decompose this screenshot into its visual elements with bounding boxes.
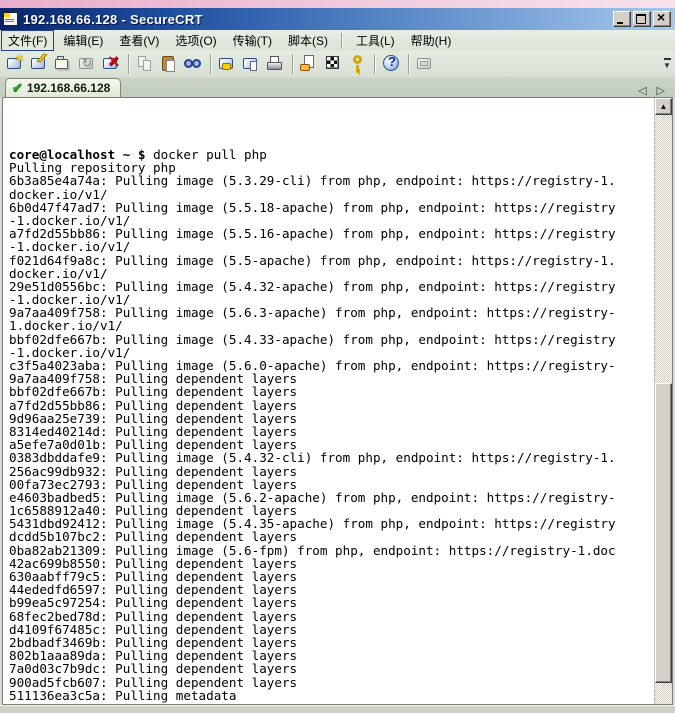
window-bottom-border xyxy=(0,705,675,713)
copy-icon[interactable] xyxy=(135,53,157,75)
menu-item-1[interactable]: 编辑(E) xyxy=(56,30,110,51)
session-tab-label: 192.168.66.128 xyxy=(27,81,110,95)
connect-tab-icon[interactable] xyxy=(53,53,75,75)
toolbar-separator xyxy=(128,54,130,74)
disconnect-icon[interactable] xyxy=(101,53,123,75)
tab-scroll-left-icon[interactable]: ◁ xyxy=(638,86,646,97)
minimize-button[interactable] xyxy=(613,11,631,27)
help-icon[interactable] xyxy=(381,53,403,75)
terminal-line: 7a0d03c7b9dc: Pulling dependent layers xyxy=(9,662,654,675)
terminal-line: b99ea5c97254: Pulling dependent layers xyxy=(9,596,654,609)
print-icon[interactable] xyxy=(265,53,287,75)
app-icon-accent xyxy=(4,13,10,17)
paste-icon[interactable] xyxy=(159,53,181,75)
terminal-line: bbf02dfe667b: Pulling image (5.4.33-apac… xyxy=(9,333,654,346)
app-icon[interactable] xyxy=(3,12,19,26)
terminal-line: docker.io/v1/ xyxy=(9,188,654,201)
toolbar-separator xyxy=(408,54,410,74)
terminal-line: 1.docker.io/v1/ xyxy=(9,319,654,332)
terminal-line: a7fd2d55bb86: Pulling dependent layers xyxy=(9,399,654,412)
terminal-line: d4109f67485c: Pulling dependent layers xyxy=(9,623,654,636)
toolbar: ▼ xyxy=(0,51,675,77)
toolbar-separator xyxy=(210,54,212,74)
session-tab[interactable]: ✔ 192.168.66.128 xyxy=(5,78,121,97)
menu-item-7[interactable]: 帮助(H) xyxy=(404,30,459,51)
terminal-line: 511136ea3c5a: Pulling metadata xyxy=(9,689,654,702)
key-icon[interactable] xyxy=(347,53,369,75)
menu-item-6[interactable]: 工具(L) xyxy=(349,30,402,51)
menu-item-5[interactable]: 脚本(S) xyxy=(281,30,335,51)
menu-bar: 文件(F)编辑(E)查看(V)选项(O)传输(T)脚本(S) 工具(L)帮助(H) xyxy=(0,30,675,52)
tab-bar: ✔ 192.168.66.128 ◁ ▷ xyxy=(0,77,675,97)
close-button[interactable] xyxy=(653,11,671,27)
file-manager-icon[interactable] xyxy=(415,53,437,75)
toolbar-separator xyxy=(292,54,294,74)
maximize-button[interactable] xyxy=(633,11,651,27)
find-icon[interactable] xyxy=(183,53,205,75)
window-title: 192.168.66.128 - SecureCRT xyxy=(23,12,203,27)
reconnect-icon[interactable] xyxy=(77,53,99,75)
toolbar-overflow-button[interactable]: ▼ xyxy=(661,55,673,73)
session-options-icon[interactable] xyxy=(299,53,321,75)
menu-item-4[interactable]: 传输(T) xyxy=(226,30,279,51)
vertical-scrollbar: ▲ xyxy=(654,98,672,704)
securecrt-window: 192.168.66.128 - SecureCRT 文件(F)编辑(E)查看(… xyxy=(0,0,675,713)
menu-item-0[interactable]: 文件(F) xyxy=(1,30,54,51)
terminal-line: 00fa73ec2793: Pulling dependent layers xyxy=(9,478,654,491)
terminal-pane: core@localhost ~ $ docker pull phpPullin… xyxy=(2,97,673,705)
terminal-line: 0383dbddafe9: Pulling image (5.4.32-cli)… xyxy=(9,451,654,464)
window-controls xyxy=(613,11,675,27)
menu-item-2[interactable]: 查看(V) xyxy=(112,30,166,51)
terminal-line: f021d64f9a8c: Pulling image (5.5-apache)… xyxy=(9,254,654,267)
global-options-icon[interactable] xyxy=(323,53,345,75)
menu-item-3[interactable]: 选项(O) xyxy=(168,30,223,51)
tab-scroll-right-icon[interactable]: ▷ xyxy=(657,86,665,97)
window-left-border xyxy=(0,97,2,705)
background-window-strip xyxy=(0,0,675,8)
terminal-line: bbf02dfe667b: Pulling dependent layers xyxy=(9,385,654,398)
raw-log-icon[interactable] xyxy=(241,53,263,75)
titlebar[interactable]: 192.168.66.128 - SecureCRT xyxy=(0,8,675,30)
terminal-line: 6b0d47f47ad7: Pulling image (5.5.18-apac… xyxy=(9,201,654,214)
quick-connect-icon[interactable] xyxy=(5,53,27,75)
terminal-line: 900ad5fcb607: Pulling dependent layers xyxy=(9,676,654,689)
terminal-line: dcdd5b107bc2: Pulling dependent layers xyxy=(9,530,654,543)
terminal-line: 0ba82ab21309: Pulling image (5.6-fpm) fr… xyxy=(9,544,654,557)
app-icon-lines xyxy=(5,19,14,20)
scroll-up-button[interactable]: ▲ xyxy=(655,98,672,115)
connected-check-icon: ✔ xyxy=(12,80,23,96)
terminal-output[interactable]: core@localhost ~ $ docker pull phpPullin… xyxy=(3,98,654,704)
tab-navigation: ◁ ▷ xyxy=(638,86,675,97)
menu-separator xyxy=(341,33,343,49)
terminal-line: docker.io/v1/ xyxy=(9,267,654,280)
scrollbar-thumb[interactable] xyxy=(655,383,672,683)
terminal-line: 256ac99db932: Pulling dependent layers xyxy=(9,465,654,478)
log-session-icon[interactable] xyxy=(217,53,239,75)
terminal-line: 68fec2bed78d: Pulling dependent layers xyxy=(9,610,654,623)
connect-icon[interactable] xyxy=(29,53,51,75)
terminal-line: 6b3a85e4a74a: Pulling image (5.3.29-cli)… xyxy=(9,174,654,187)
toolbar-separator xyxy=(374,54,376,74)
terminal-line: 9d96aa25e739: Pulling dependent layers xyxy=(9,412,654,425)
terminal-line: -1.docker.io/v1/ xyxy=(9,240,654,253)
